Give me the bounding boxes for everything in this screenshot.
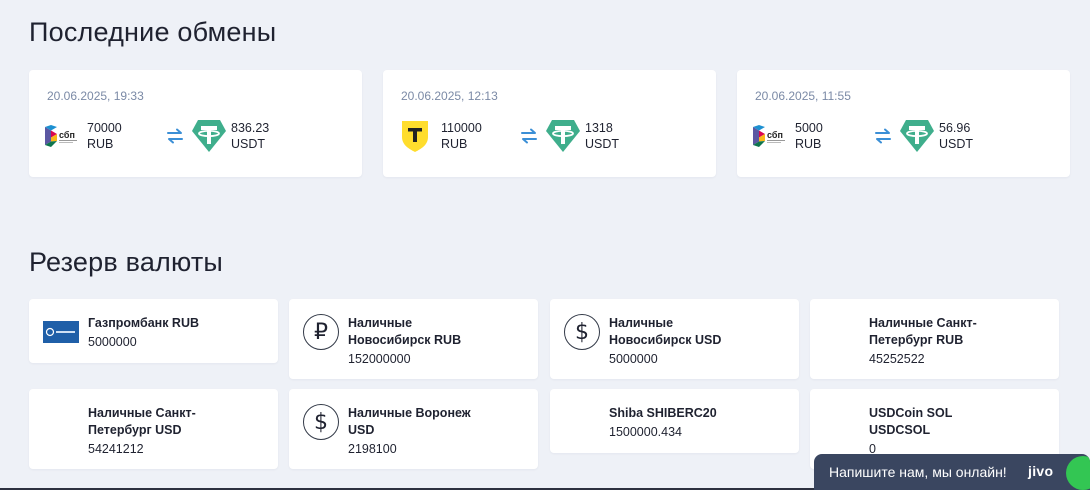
reserve-amount: 1500000.434: [609, 425, 682, 439]
exchange-date: 20.06.2025, 12:13: [401, 89, 498, 103]
from-amount: 110000: [441, 121, 482, 135]
exchange-card: 20.06.2025, 19:33 сбп 70000 RUB 836.23 U…: [29, 70, 362, 177]
reserve-currency-name: Наличные Санкт-Петербург RUB: [869, 316, 977, 347]
from-currency: RUB: [795, 137, 822, 151]
exchange-card: 20.06.2025, 11:55 сбп 5000 RUB 56.96 USD…: [737, 70, 1070, 177]
chat-bubble-icon: [1066, 456, 1090, 490]
reserve-currency-name: USDCoin SOL USDCSOL: [869, 406, 953, 437]
tether-icon: [191, 118, 231, 154]
gazprombank-icon: [42, 313, 80, 351]
to-currency: USDT: [231, 137, 266, 151]
tbank-icon: [399, 118, 437, 154]
reserve-card: Газпромбанк RUB 5000000: [29, 299, 278, 363]
reserve-amount: 2198100: [348, 442, 397, 456]
reserve-currency-name: Наличные Новосибирск USD: [609, 316, 722, 347]
reserve-currency-name: Shiba SHIBERC20: [609, 406, 717, 420]
tether-icon: [545, 118, 585, 154]
sbp-icon: сбп: [45, 118, 83, 154]
jivo-logo: jivo: [1028, 463, 1054, 479]
reserve-amount: 5000000: [88, 335, 137, 349]
reserve-card: Наличные Санкт-Петербург RUB 45252522: [810, 299, 1059, 379]
chat-widget-text: Напишите нам, мы онлайн!: [829, 464, 1007, 480]
reserve-amount: 45252522: [869, 352, 925, 366]
from-amount: 5000: [795, 121, 823, 135]
exchange-date: 20.06.2025, 19:33: [47, 89, 144, 103]
from-currency: RUB: [87, 137, 114, 151]
reserve-amount: 152000000: [348, 352, 411, 366]
reserve-amount: 5000000: [609, 352, 658, 366]
reserve-card: ₽ Наличные Новосибирск RUB 152000000: [289, 299, 538, 379]
reserve-card: $ Наличные Новосибирск USD 5000000: [550, 299, 799, 379]
tether-icon: [899, 118, 939, 154]
to-amount: 836.23: [231, 121, 270, 135]
exchange-arrows-icon: [515, 126, 543, 146]
reserve-card: $ Наличные Воронеж USD 2198100: [289, 389, 538, 469]
from-currency: RUB: [441, 137, 468, 151]
exchange-date: 20.06.2025, 11:55: [755, 89, 851, 103]
svg-text:сбп: сбп: [59, 130, 75, 140]
currency-reserve-title: Резерв валюты: [29, 247, 224, 277]
exchange-arrows-icon: [161, 126, 189, 146]
from-amount: 70000: [87, 121, 122, 135]
to-amount: 1318: [585, 121, 613, 135]
ruble-icon: ₽: [302, 313, 340, 351]
svg-text:сбп: сбп: [767, 130, 783, 140]
reserve-currency-name: Наличные Воронеж USD: [348, 406, 471, 437]
to-amount: 56.96: [939, 121, 971, 135]
exchange-arrows-icon: [869, 126, 897, 146]
exchange-card: 20.06.2025, 12:13 110000 RUB 1318 USDT: [383, 70, 716, 177]
reserve-currency-name: Наличные Санкт-Петербург USD: [88, 406, 196, 437]
to-currency: USDT: [939, 137, 974, 151]
reserve-amount: 54241212: [88, 442, 144, 456]
to-currency: USDT: [585, 137, 620, 151]
chat-widget-button[interactable]: Напишите нам, мы онлайн! jivo: [814, 454, 1090, 490]
reserve-currency-name: Наличные Новосибирск RUB: [348, 316, 462, 347]
dollar-icon: $: [302, 403, 340, 441]
sbp-icon: сбп: [753, 118, 791, 154]
dollar-icon: $: [563, 313, 601, 351]
reserve-currency-name: Газпромбанк RUB: [88, 316, 200, 330]
reserve-card: Shiba SHIBERC20 1500000.434: [550, 389, 799, 453]
reserve-card: Наличные Санкт-Петербург USD 54241212: [29, 389, 278, 469]
latest-exchanges-title: Последние обмены: [29, 17, 277, 47]
